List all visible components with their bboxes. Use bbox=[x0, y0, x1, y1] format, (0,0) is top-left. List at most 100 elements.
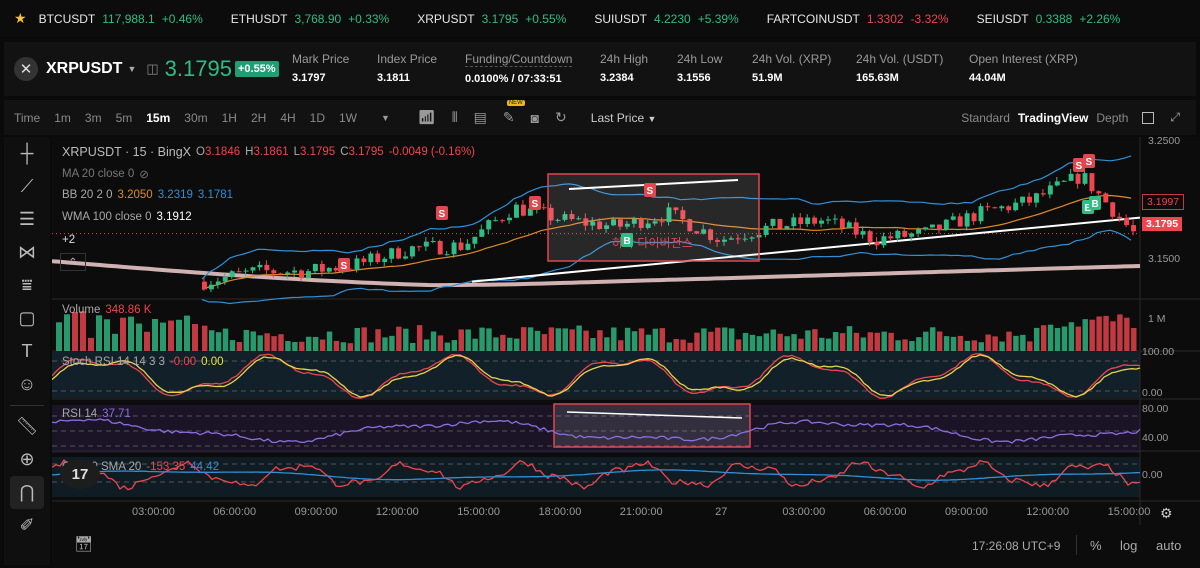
drawing-pen-icon[interactable]: ✎ NEW bbox=[503, 100, 525, 126]
crosshair-icon[interactable]: ┼ bbox=[10, 137, 44, 170]
timeframe-2H[interactable]: 2H bbox=[251, 111, 266, 125]
more-indicators[interactable]: +2 bbox=[62, 234, 75, 246]
magnet-icon[interactable]: ⋂ bbox=[10, 476, 44, 509]
timeframe-dropdown-icon[interactable]: ▼ bbox=[381, 113, 390, 123]
stoch-axis-tick: 100.00 bbox=[1142, 346, 1175, 358]
stat-value: 165.63M bbox=[856, 72, 899, 84]
fullscreen-square-icon[interactable] bbox=[1142, 111, 1155, 124]
candle bbox=[375, 253, 381, 263]
signal-marker-label: B bbox=[1092, 199, 1099, 210]
candle bbox=[1027, 196, 1032, 203]
collapse-legend-button[interactable]: ⌃ bbox=[60, 253, 86, 271]
stat-label: Mark Price bbox=[292, 52, 350, 66]
rectangle-icon[interactable]: ▢ bbox=[10, 302, 44, 335]
candle bbox=[264, 264, 270, 271]
ticker-item[interactable]: BTCUSDT 117,988.1 +0.46% bbox=[39, 12, 203, 26]
volume-bar bbox=[479, 327, 485, 351]
indicators-icon[interactable]: 📶︎ bbox=[418, 109, 436, 126]
log-scale-toggle[interactable]: log bbox=[1120, 538, 1137, 553]
bb-legend[interactable]: BB 20 2 0 3.2050 3.2319 3.1781 bbox=[62, 189, 233, 201]
volume-bar bbox=[120, 317, 126, 351]
candle bbox=[278, 273, 284, 275]
volume-bar bbox=[895, 340, 901, 351]
volume-bar bbox=[278, 334, 284, 351]
ticker-item[interactable]: ETHUSDT 3,768.90 +0.33% bbox=[231, 12, 389, 26]
ticker-item[interactable]: FARTCOINUSDT 1.3302 -3.32% bbox=[767, 12, 949, 26]
volume-bar bbox=[1061, 326, 1068, 351]
percent-scale-toggle[interactable]: % bbox=[1090, 538, 1102, 553]
timeframe-3m[interactable]: 3m bbox=[85, 111, 102, 125]
volume-bar bbox=[638, 328, 645, 351]
wma-legend[interactable]: WMA 100 close 0 3.1912 bbox=[62, 211, 192, 223]
timeframe-1D[interactable]: 1D bbox=[310, 111, 325, 125]
price-type-select[interactable]: Last Price ▼ bbox=[591, 111, 657, 125]
candle bbox=[299, 270, 304, 279]
drawing-tools-sidebar: ┼ ⟋ ☰ ⋈ ⩸ ▢ T ☺ 📏︎ ⊕ ⋂ ✐ bbox=[4, 137, 50, 565]
ruler-icon[interactable]: 📏︎ bbox=[10, 410, 44, 443]
text-icon[interactable]: T bbox=[10, 335, 44, 368]
view-depth[interactable]: Depth bbox=[1096, 111, 1128, 125]
ticker-item[interactable]: SEIUSDT 0.3388 +2.26% bbox=[977, 12, 1121, 26]
volume-bar bbox=[1020, 334, 1026, 351]
symbol-selector[interactable]: XRPUSDT bbox=[46, 60, 122, 78]
tradingview-logo[interactable]: 17 bbox=[60, 459, 100, 489]
volume-bar bbox=[1082, 319, 1088, 351]
ticker-price: 3.1795 bbox=[481, 11, 519, 26]
expand-icon[interactable]: ⤢ bbox=[1170, 110, 1180, 125]
go-to-date-icon[interactable]: 📅︎ bbox=[74, 535, 93, 553]
fib-icon[interactable]: ⩸ bbox=[10, 269, 44, 302]
ticker-symbol: SEIUSDT bbox=[976, 11, 1029, 26]
volume-bar bbox=[368, 342, 374, 351]
ticker-item[interactable]: SUIUSDT 4.2230 +5.39% bbox=[594, 12, 738, 26]
stat-value: 3.1811 bbox=[377, 72, 411, 84]
book-icon[interactable]: ◫ bbox=[146, 61, 158, 77]
timeframe-5m[interactable]: 5m bbox=[116, 111, 133, 125]
timeframe-4H[interactable]: 4H bbox=[280, 111, 295, 125]
ticker-item[interactable]: XRPUSDT 3.1795 +0.55% bbox=[417, 12, 566, 26]
candle bbox=[978, 206, 984, 222]
lock-drawings-icon[interactable]: ✐ bbox=[10, 509, 44, 542]
volume-bar bbox=[985, 334, 991, 351]
timeframe-1W[interactable]: 1W bbox=[339, 111, 357, 125]
volume-bar bbox=[112, 333, 118, 351]
timeframe-15m[interactable]: 15m bbox=[146, 111, 170, 125]
emoji-icon[interactable]: ☺ bbox=[10, 368, 44, 401]
volume-bar bbox=[208, 330, 215, 351]
candle bbox=[1047, 185, 1053, 195]
template-icon[interactable]: ▤ bbox=[474, 109, 487, 126]
trend-line-icon[interactable]: ⟋ bbox=[10, 170, 44, 203]
volume-bar bbox=[534, 330, 541, 351]
horizontal-lines-icon[interactable]: ☰ bbox=[10, 203, 44, 236]
bottom-bar: 📅︎ 17:26:08 UTC+9 % log auto bbox=[52, 525, 1200, 568]
candle bbox=[403, 256, 408, 259]
pattern-icon[interactable]: ⋈ bbox=[10, 236, 44, 269]
volume-bar bbox=[735, 339, 742, 351]
candle-type-icon[interactable]: ⫴ bbox=[452, 109, 458, 126]
timeframe-1m[interactable]: 1m bbox=[54, 111, 71, 125]
volume-bar bbox=[909, 341, 915, 351]
ma-legend[interactable]: MA 20 close 0 ⊘ bbox=[62, 167, 149, 181]
candle bbox=[770, 218, 776, 226]
timeframe-30m[interactable]: 30m bbox=[184, 111, 207, 125]
candle bbox=[1075, 173, 1081, 184]
volume-bar bbox=[1027, 341, 1033, 351]
timeframe-1H[interactable]: 1H bbox=[222, 111, 237, 125]
view-tradingview[interactable]: TradingView bbox=[1018, 111, 1088, 125]
chevron-down-icon[interactable]: ▼ bbox=[127, 64, 136, 74]
favorites-star-icon[interactable]: ★ bbox=[14, 10, 27, 27]
eye-hidden-icon[interactable]: ⊘ bbox=[139, 167, 149, 181]
reset-icon[interactable]: ↻ bbox=[555, 109, 567, 126]
volume-bar bbox=[583, 330, 589, 351]
ticker-change: +5.39% bbox=[697, 11, 739, 26]
camera-icon[interactable]: ◙ bbox=[531, 110, 539, 126]
volume-bar bbox=[292, 341, 298, 351]
auto-scale-toggle[interactable]: auto bbox=[1156, 538, 1181, 553]
settings-gear-icon[interactable]: ⚙ bbox=[1160, 505, 1173, 522]
volume-bar bbox=[1110, 321, 1116, 351]
ticker-symbol: FARTCOINUSDT bbox=[766, 11, 860, 26]
candle bbox=[923, 227, 928, 230]
view-standard[interactable]: Standard bbox=[961, 111, 1010, 125]
chart-area[interactable]: 하락 다이버전스 S S S S S S B B B XRPUSDT · 15 · BingX O… bbox=[52, 135, 1200, 525]
wma-value: 3.1912 bbox=[156, 211, 192, 223]
zoom-in-icon[interactable]: ⊕ bbox=[10, 443, 44, 476]
